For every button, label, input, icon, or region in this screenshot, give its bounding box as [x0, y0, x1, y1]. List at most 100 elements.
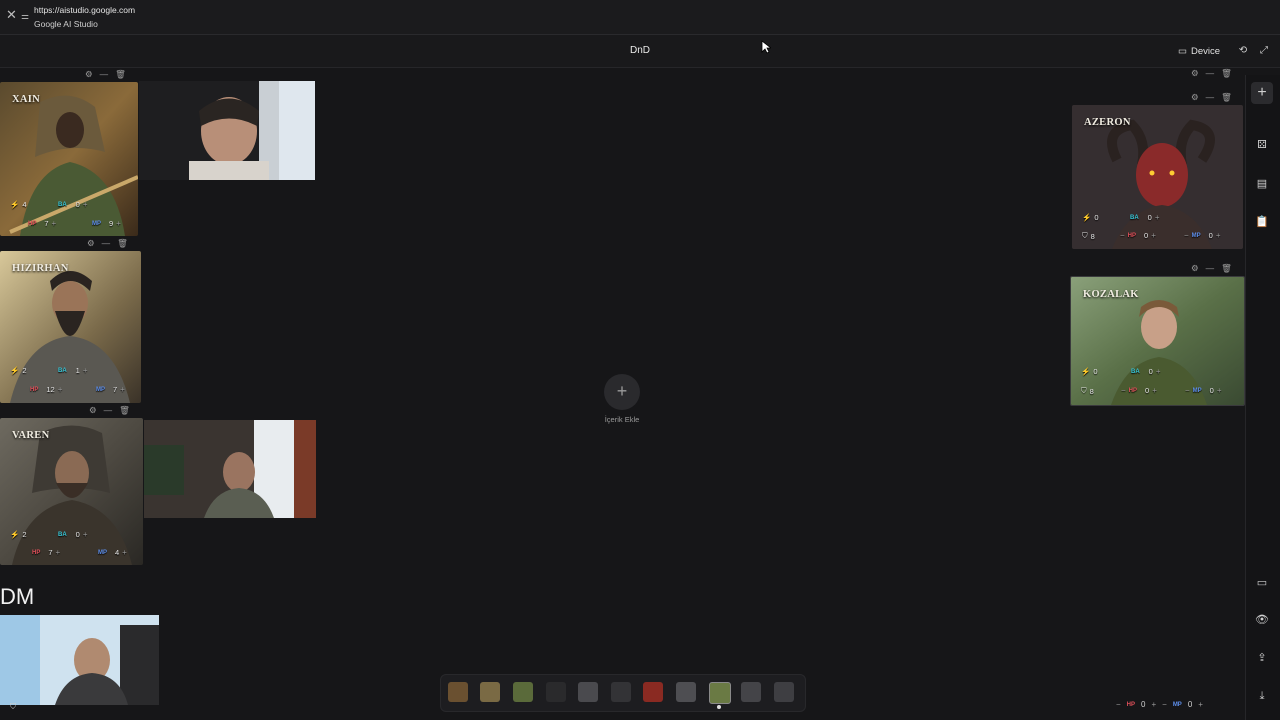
character-name: HIZIRHAN — [12, 263, 69, 274]
fullscreen-icon[interactable]: ⤢ — [1258, 45, 1270, 57]
plus-icon[interactable]: + — [1151, 700, 1156, 709]
dice-button[interactable]: ⚄ — [1251, 134, 1273, 156]
token-thumbnail[interactable] — [676, 682, 696, 702]
add-button[interactable]: + — [1251, 82, 1273, 104]
minus-icon[interactable]: − — [1120, 231, 1125, 240]
plus-icon[interactable]: + — [58, 385, 63, 394]
minus-icon[interactable]: − — [1116, 700, 1121, 709]
token-thumbnail[interactable] — [741, 682, 761, 702]
plus-icon: + — [1257, 84, 1267, 101]
minus-icon[interactable]: − — [1121, 386, 1126, 395]
add-content-button[interactable]: + — [604, 374, 640, 410]
bolt-stat: ⚡ 4 — [10, 200, 27, 209]
bolt-icon: ⚡ — [10, 530, 20, 539]
settings-icon[interactable]: ⚙ — [1191, 263, 1199, 274]
hp-stat: HP 7 + — [32, 548, 61, 557]
refresh-icon[interactable]: ⟲ — [1237, 45, 1249, 57]
minimize-icon[interactable]: — — [100, 69, 109, 80]
ba-stat: BA 0 + — [58, 200, 88, 209]
character-card-hizirhan[interactable]: HIZIRHAN ⚡ 2 BA 1 + HP 12 + MP 7 + — [0, 251, 141, 403]
plus-icon[interactable]: + — [1216, 231, 1221, 240]
token-thumbnail[interactable] — [480, 682, 500, 702]
character-card-azeron[interactable]: AZERON ⚡ 0 BA 0 + ⛉ 8 − HP 0 + − MP 0 + — [1072, 105, 1243, 249]
browser-site-name: Google AI Studio — [34, 19, 98, 29]
token-thumbnail[interactable] — [513, 682, 533, 702]
minimize-icon[interactable]: — — [1206, 68, 1215, 79]
video-feed-dm — [0, 615, 159, 705]
mp-stat: MP 4 + — [98, 548, 127, 557]
settings-icon[interactable]: ⚙ — [1191, 68, 1199, 79]
upload-button[interactable]: ⇪ — [1251, 647, 1273, 669]
character-card-xain[interactable]: XAIN ⚡ 4 BA 0 + HP 7 + MP 9 + — [0, 82, 138, 236]
token-thumbnail[interactable] — [578, 682, 598, 702]
hp-stat: − HP 0 + — [1120, 231, 1156, 240]
shield-icon: ⛉ — [1082, 231, 1088, 240]
shield-icon: ⛉ — [1081, 386, 1087, 395]
minimize-icon[interactable]: — — [1206, 92, 1215, 103]
panel-button[interactable]: ▭ — [1251, 572, 1273, 594]
character-name: XAIN — [12, 94, 41, 105]
minimize-icon[interactable]: — — [104, 405, 113, 416]
delete-icon[interactable]: 🗑 — [1221, 68, 1232, 79]
delete-icon[interactable]: 🗑 — [115, 69, 126, 80]
device-label: Device — [1190, 45, 1221, 57]
clipboard-icon: 📋 — [1255, 216, 1269, 228]
dm-shield-icon: ⛉ — [10, 702, 16, 711]
plus-icon[interactable]: + — [1217, 386, 1222, 395]
delete-icon[interactable]: 🗑 — [1221, 92, 1232, 103]
plus-icon[interactable]: + — [83, 200, 88, 209]
device-button[interactable]: ▭ Device — [1178, 44, 1220, 58]
download-button[interactable]: ⤓ — [1251, 685, 1273, 707]
minimize-icon[interactable]: — — [102, 238, 111, 249]
close-icon[interactable]: ✕ — [6, 8, 18, 22]
minimize-icon[interactable]: — — [1206, 263, 1215, 274]
plus-icon[interactable]: + — [120, 385, 125, 394]
character-name: KOZALAK — [1083, 289, 1139, 300]
bolt-icon: ⚡ — [10, 200, 20, 209]
token-thumbnail[interactable] — [611, 682, 631, 702]
ba-stat: BA 0 + — [1131, 367, 1161, 376]
delete-icon[interactable]: 🗑 — [117, 238, 128, 249]
plus-icon[interactable]: + — [83, 366, 88, 375]
bolt-stat: ⚡ 2 — [10, 530, 27, 539]
bolt-stat: ⚡ 0 — [1082, 213, 1099, 222]
token-thumbnail-selected[interactable] — [709, 682, 731, 704]
clipboard-button[interactable]: 📋 — [1251, 211, 1273, 233]
token-thumbnail[interactable] — [448, 682, 468, 702]
character-card-varen[interactable]: VAREN ⚡ 2 BA 0 + HP 7 + MP 4 + — [0, 418, 143, 565]
minus-icon[interactable]: − — [1162, 700, 1167, 709]
hp-value: 0 — [1141, 700, 1146, 709]
settings-icon[interactable]: ⚙ — [1191, 92, 1199, 103]
plus-icon[interactable]: + — [1152, 386, 1157, 395]
mp-stat: − MP 0 + — [1184, 231, 1221, 240]
delete-icon[interactable]: 🗑 — [1221, 263, 1232, 274]
shield-stat: ⛉ 8 — [1081, 386, 1094, 396]
token-thumbnail[interactable] — [774, 682, 794, 702]
plus-icon[interactable]: + — [56, 548, 61, 557]
site-info-icon[interactable]: ⚌ — [21, 11, 31, 21]
bolt-icon: ⚡ — [10, 366, 20, 375]
book-icon: ▤ — [1256, 178, 1268, 190]
token-thumbnail[interactable] — [643, 682, 663, 702]
settings-icon[interactable]: ⚙ — [87, 238, 95, 249]
minus-icon[interactable]: − — [1184, 231, 1189, 240]
right-panel-controls: ⚙ — 🗑 — [1191, 68, 1232, 79]
book-button[interactable]: ▤ — [1251, 173, 1273, 195]
plus-icon[interactable]: + — [1155, 213, 1160, 222]
ba-stat: BA 0 + — [1130, 213, 1160, 222]
eye-button[interactable]: 👁 — [1251, 609, 1273, 631]
plus-icon[interactable]: + — [116, 219, 121, 228]
plus-icon[interactable]: + — [1156, 367, 1161, 376]
plus-icon[interactable]: + — [1151, 231, 1156, 240]
plus-icon[interactable]: + — [52, 219, 57, 228]
plus-icon[interactable]: + — [83, 530, 88, 539]
plus-icon[interactable]: + — [1198, 700, 1203, 709]
token-thumbnail[interactable] — [546, 682, 566, 702]
character-card-kozalak[interactable]: KOZALAK ⚡ 0 BA 0 + ⛉ 8 − HP 0 + − MP 0 + — [1070, 276, 1245, 406]
delete-icon[interactable]: 🗑 — [119, 405, 130, 416]
plus-icon[interactable]: + — [122, 548, 127, 557]
settings-icon[interactable]: ⚙ — [85, 69, 93, 80]
minus-icon[interactable]: − — [1185, 386, 1190, 395]
mp-stat: MP 7 + — [96, 385, 125, 394]
settings-icon[interactable]: ⚙ — [89, 405, 97, 416]
